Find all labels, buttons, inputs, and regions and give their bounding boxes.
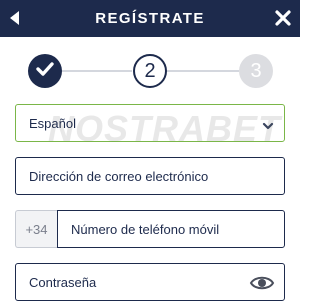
phone-field[interactable]: Número de teléfono móvil <box>57 210 285 248</box>
step-connector <box>167 70 239 72</box>
email-field-placeholder: Dirección de correo electrónico <box>29 168 209 184</box>
check-icon <box>35 60 55 83</box>
registration-stepper: 2 3 <box>0 52 300 90</box>
password-field[interactable]: Contraseña <box>15 263 285 301</box>
step-2-label: 2 <box>144 59 156 82</box>
step-connector <box>62 70 132 72</box>
eye-icon[interactable] <box>249 273 275 293</box>
chevron-down-icon <box>262 118 274 130</box>
email-field[interactable]: Dirección de correo electrónico <box>15 157 285 195</box>
phone-field-placeholder: Número de teléfono móvil <box>71 221 220 237</box>
language-select-value: Español <box>29 115 76 131</box>
step-1[interactable] <box>28 54 62 88</box>
close-icon[interactable] <box>274 9 292 27</box>
header-bar: REGÍSTRATE <box>0 0 300 37</box>
step-2[interactable]: 2 <box>133 54 167 88</box>
step-3[interactable]: 3 <box>239 54 273 88</box>
page-title: REGÍSTRATE <box>95 10 205 27</box>
step-3-label: 3 <box>250 59 262 82</box>
language-select[interactable]: Español <box>15 104 285 142</box>
phone-country-prefix[interactable]: +34 <box>15 210 57 248</box>
password-field-placeholder: Contraseña <box>29 274 97 290</box>
